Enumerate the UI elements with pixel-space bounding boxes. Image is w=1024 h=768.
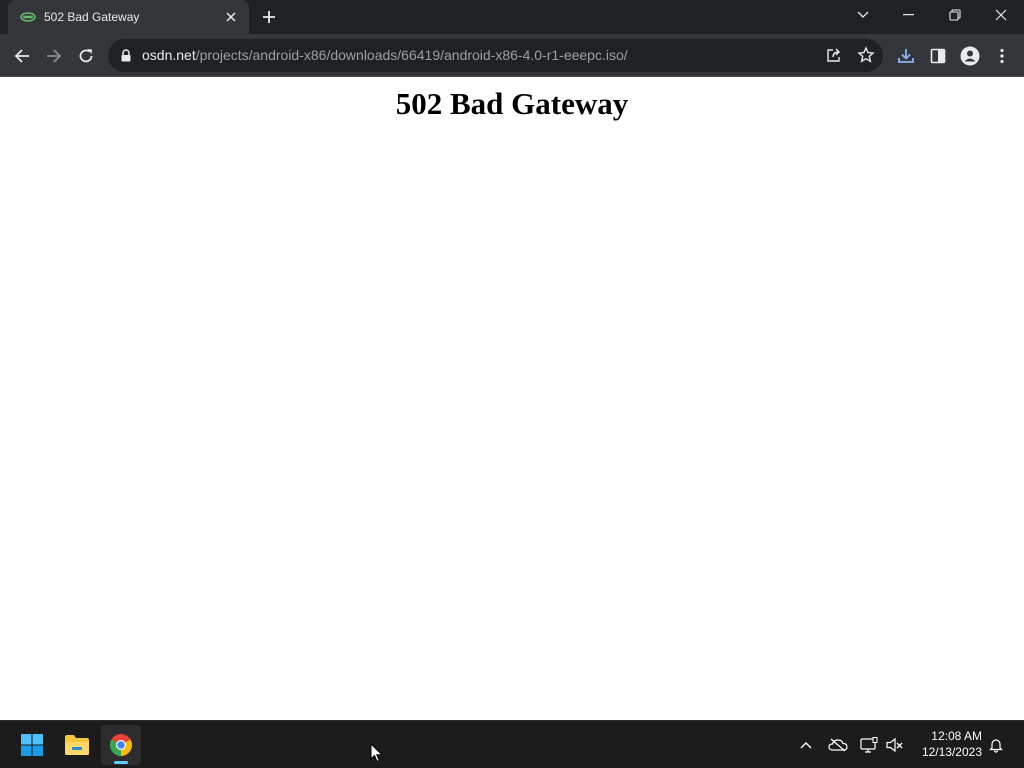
windows-taskbar: 12:08 AM 12/13/2023 — [0, 720, 1024, 768]
side-panel-icon[interactable] — [925, 43, 951, 69]
notification-bell-icon[interactable] — [986, 735, 1006, 755]
forward-button[interactable] — [41, 43, 67, 69]
minimize-button[interactable] — [886, 0, 932, 30]
bookmark-star-icon[interactable] — [853, 42, 879, 68]
tab-search-chevron-icon[interactable] — [840, 0, 886, 30]
chrome-icon[interactable] — [101, 725, 141, 765]
close-window-button[interactable] — [978, 0, 1024, 30]
file-explorer-icon[interactable] — [57, 725, 97, 765]
tab-title: 502 Bad Gateway — [44, 10, 140, 24]
onedrive-offline-icon[interactable] — [828, 735, 848, 755]
volume-muted-icon[interactable] — [885, 735, 905, 755]
browser-toolbar: osdn.net/projects/android-x86/downloads/… — [0, 34, 1024, 77]
url-text[interactable]: osdn.net/projects/android-x86/downloads/… — [142, 39, 628, 72]
show-hidden-icons-chevron-icon[interactable] — [796, 735, 816, 755]
mouse-cursor-icon — [370, 742, 384, 763]
reload-button[interactable] — [73, 43, 99, 69]
lock-icon[interactable] — [120, 49, 132, 62]
tab-close-icon[interactable] — [223, 9, 239, 25]
new-tab-button[interactable] — [258, 6, 280, 28]
address-bar[interactable]: osdn.net/projects/android-x86/downloads/… — [108, 39, 883, 72]
share-icon[interactable] — [821, 42, 847, 68]
page-content: 502 Bad Gateway — [0, 77, 1024, 720]
back-button[interactable] — [9, 43, 35, 69]
clock-time: 12:08 AM — [931, 729, 982, 743]
profile-avatar-icon[interactable] — [957, 43, 983, 69]
downloads-icon[interactable] — [893, 43, 919, 69]
start-icon[interactable] — [12, 725, 52, 765]
url-host: osdn.net — [142, 47, 196, 63]
menu-kebab-icon[interactable] — [989, 43, 1015, 69]
clock-date: 12/13/2023 — [921, 745, 982, 759]
page-heading: 502 Bad Gateway — [395, 86, 629, 121]
system-clock[interactable]: 12:08 AM 12/13/2023 — [910, 728, 982, 760]
browser-tab[interactable]: 502 Bad Gateway — [8, 0, 249, 34]
browser-tab-strip: 502 Bad Gateway — [0, 0, 1024, 34]
active-app-indicator — [114, 761, 128, 764]
network-icon[interactable] — [859, 735, 879, 755]
url-path: /projects/android-x86/downloads/66419/an… — [195, 47, 628, 63]
restore-button[interactable] — [932, 0, 978, 30]
osdn-favicon-icon — [20, 10, 36, 24]
